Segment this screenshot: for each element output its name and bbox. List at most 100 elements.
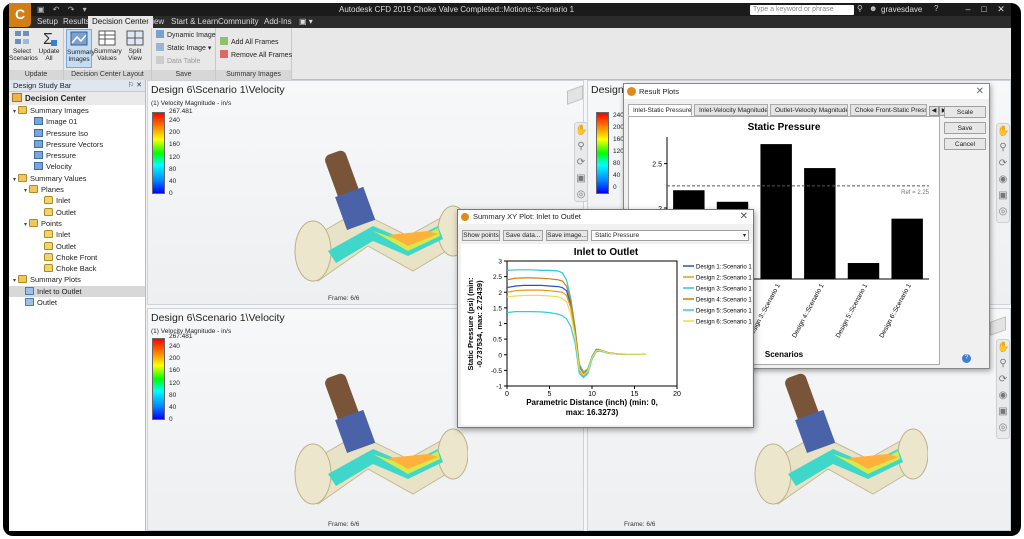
static-image-icon — [156, 43, 164, 51]
navigation-bar[interactable]: ✋ ⚲ ⟳ ◉ ▣ ◎ — [996, 123, 1010, 223]
help-icon[interactable]: ? — [962, 354, 971, 363]
app-menu-button[interactable]: C — [9, 3, 31, 27]
steering-wheel-icon: ◎ — [998, 206, 1008, 217]
search-input[interactable]: Type a keyword or phrase — [750, 5, 854, 15]
summary-xy-titlebar[interactable]: Summary XY Plot: Inlet to Outlet ✕ — [458, 210, 753, 224]
tree-plot-outlet[interactable]: Outlet — [9, 297, 145, 308]
ribbon-group-update-label: Update — [9, 70, 63, 80]
tab-community[interactable]: Community — [214, 16, 262, 28]
pan-icon: ✋ — [575, 125, 588, 136]
dynamic-image-button[interactable]: Dynamic Image — [156, 30, 216, 41]
tree-summary-images-label: Summary Images — [30, 106, 89, 115]
tree-plot-inlet-to-outlet[interactable]: Inlet to Outlet — [9, 285, 145, 298]
tab-inlet-velocity-magnitude[interactable]: Inlet-Velocity Magnitude — [694, 104, 768, 116]
tree-points-label: Points — [41, 218, 62, 228]
y-tick-label: 1.5 — [493, 305, 502, 312]
tab-choke-front-static-pressure[interactable]: Choke Front-Static Pressu — [850, 104, 927, 116]
legend-label: Design 1::Scenario 1 — [696, 265, 752, 271]
decision-center-icon — [12, 93, 22, 102]
tree-planes[interactable]: ▾ Planes — [9, 184, 145, 195]
search-icon[interactable]: ⚲ — [857, 4, 863, 13]
close-icon[interactable]: ✕ — [740, 210, 748, 224]
show-points-button[interactable]: Show points — [462, 230, 500, 241]
x-tick-label: 15 — [631, 391, 639, 398]
update-all-button[interactable]: Σ Update All — [36, 29, 62, 68]
tab-add-ins[interactable]: Add-Ins — [260, 16, 296, 28]
tree-point-inlet[interactable]: Inlet — [9, 229, 145, 240]
tree-point-outlet[interactable]: Outlet — [9, 241, 145, 252]
quick-access-toolbar[interactable]: ▣ ↶ ↷ ▾ — [37, 5, 90, 14]
orbit-icon: ⟳ — [576, 157, 586, 168]
legend-tick: 80 — [169, 166, 177, 173]
legend-color-bar — [152, 338, 165, 420]
static-image-label: Static Image — [167, 45, 206, 52]
tree-summary-plots[interactable]: ▾ Summary Plots — [9, 274, 145, 285]
tab-options[interactable]: ▣ ▾ — [295, 16, 317, 28]
sidebar-controls[interactable]: ⚐ ✕ — [128, 80, 142, 92]
image-icon — [34, 117, 43, 126]
app-window: ▣ ↶ ↷ ▾ Autodesk CFD 2019 Choke Valve Co… — [9, 3, 1011, 531]
save-image-button[interactable]: Save image... — [546, 230, 588, 241]
tree-summary-values[interactable]: ▾ Summary Values — [9, 173, 145, 184]
minimize-button[interactable]: – — [961, 3, 975, 15]
summary-values-button[interactable]: Summary Values — [94, 29, 122, 68]
tree-image-01[interactable]: Image 01 — [9, 116, 145, 127]
tree-plane-outlet[interactable]: Outlet — [9, 207, 145, 218]
tree-plot-outlet-label: Outlet — [37, 298, 58, 308]
orbit-icon: ⟳ — [998, 158, 1008, 169]
tab-setup[interactable]: Setup — [33, 16, 62, 28]
data-table-icon — [156, 56, 164, 64]
bar — [804, 168, 836, 279]
help-icon[interactable]: ? — [934, 4, 938, 13]
tree-point-choke-back[interactable]: Choke Back — [9, 263, 145, 274]
plot-frame — [506, 260, 678, 387]
tree-pressure-iso-label: Pressure Iso — [46, 128, 89, 138]
close-button[interactable]: ✕ — [994, 3, 1008, 15]
tab-scroll-left-icon[interactable]: ◀ — [929, 106, 939, 116]
cancel-button[interactable]: Cancel — [944, 138, 986, 150]
tree-pressure-iso[interactable]: Pressure Iso — [9, 128, 145, 139]
ribbon-group-save-label: Save — [152, 70, 215, 80]
tree-summary-images[interactable]: ▾ Summary Images — [9, 105, 145, 116]
save-data-button[interactable]: Save data... — [503, 230, 543, 241]
x-axis-label-line-2: max: 16.3273) — [566, 408, 619, 417]
tree-pressure-vectors-label: Pressure Vectors — [46, 139, 104, 149]
ribbon-group-summary-images: Add All Frames Remove All Frames Summary… — [216, 28, 292, 80]
tab-inlet-static-pressure[interactable]: Inlet-Static Pressure — [628, 104, 692, 116]
quantity-select[interactable]: Static Pressure ▾ — [591, 230, 749, 241]
tab-view[interactable]: View — [143, 16, 168, 28]
maximize-button[interactable]: □ — [977, 3, 991, 15]
tree-points[interactable]: ▾ Points — [9, 218, 145, 229]
summary-images-button[interactable]: Summary Images — [66, 29, 95, 68]
navigation-bar[interactable]: ✋ ⚲ ⟳ ◉ ▣ ◎ — [996, 339, 1010, 439]
select-scenarios-button[interactable]: Select Scenarios — [9, 29, 38, 68]
tree-plane-inlet[interactable]: Inlet — [9, 195, 145, 206]
remove-all-frames-button[interactable]: Remove All Frames — [220, 50, 292, 61]
user-icon: ☻ — [869, 4, 878, 13]
add-frames-icon — [220, 37, 228, 45]
panel-title: Design 6\Scenario 1\Velocity — [151, 84, 285, 96]
chart-title: Inlet to Outlet — [574, 247, 639, 258]
close-icon[interactable]: ✕ — [976, 84, 984, 99]
split-view-button[interactable]: Split View — [122, 29, 148, 68]
summary-xy-plot-dialog[interactable]: Summary XY Plot: Inlet to Outlet ✕ Show p… — [457, 209, 754, 428]
data-table-button[interactable]: Data Table — [156, 56, 200, 67]
navigation-bar[interactable]: ✋ ⚲ ⟳ ▣ ◎ — [574, 122, 588, 202]
username[interactable]: gravesdave — [881, 5, 922, 14]
y-tick-label: 1 — [498, 321, 502, 328]
tab-outlet-velocity-magnitude[interactable]: Outlet-Velocity Magnitude — [770, 104, 848, 116]
title-bar: ▣ ↶ ↷ ▾ Autodesk CFD 2019 Choke Valve Co… — [9, 3, 1011, 16]
tree-point-choke-front[interactable]: Choke Front — [9, 252, 145, 263]
select-scenarios-icon — [15, 31, 29, 44]
decision-center-header[interactable]: Decision Center — [9, 92, 145, 105]
scale-button[interactable]: Scale — [944, 106, 986, 118]
inlet-to-outlet-line-chart: Inlet to Outlet 0 5 10 15 20 3 2.5 2 1.5 1 0.5 0 -0.5… — [466, 247, 752, 417]
save-button[interactable]: Save — [944, 122, 986, 134]
tree-pressure[interactable]: Pressure — [9, 150, 145, 161]
view-cube[interactable] — [990, 316, 1006, 336]
result-plots-titlebar[interactable]: Result Plots ✕ — [624, 84, 989, 99]
static-image-button[interactable]: Static Image ▾ — [156, 43, 211, 54]
tree-pressure-vectors[interactable]: Pressure Vectors — [9, 139, 145, 150]
add-all-frames-button[interactable]: Add All Frames — [220, 37, 278, 48]
tree-velocity[interactable]: Velocity — [9, 161, 145, 172]
